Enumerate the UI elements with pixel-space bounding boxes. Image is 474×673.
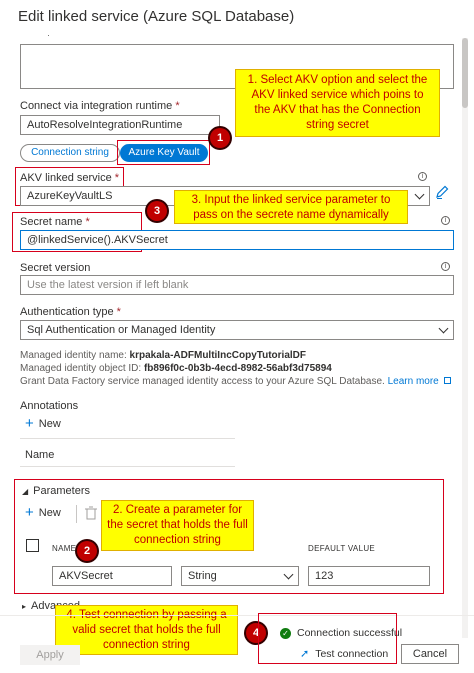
managed-identity-id-line: Managed identity object ID: fb896f0c-0b3… <box>20 363 332 374</box>
managed-identity-name-line: Managed identity name: krpakala-ADFMulti… <box>20 350 306 361</box>
param-type-value: String <box>188 570 217 582</box>
test-connection-button[interactable]: ➚ Test connection <box>300 647 388 660</box>
managed-identity-id-label: Managed identity object ID: <box>20 363 144 374</box>
delete-icon[interactable] <box>85 506 97 520</box>
annotations-heading: Annotations <box>20 400 79 412</box>
apply-button[interactable]: Apply <box>20 645 80 665</box>
secret-version-input[interactable]: Use the latest version if left blank <box>20 275 454 295</box>
annotations-divider-2 <box>20 466 235 467</box>
callout-3: 3. Input the linked service parameter to… <box>174 190 408 224</box>
description-label-fragment: · <box>47 30 50 40</box>
runtime-select[interactable]: AutoResolveIntegrationRuntime <box>20 115 220 135</box>
connection-string-label: Connection string <box>31 147 109 158</box>
scrollbar[interactable] <box>462 38 468 638</box>
runtime-value: AutoResolveIntegrationRuntime <box>27 119 183 131</box>
plus-icon: + <box>25 415 34 432</box>
managed-identity-grant-text: Grant Data Factory service managed ident… <box>20 376 385 387</box>
akv-required-mark: * <box>114 172 120 184</box>
annotations-new-label: New <box>38 418 61 430</box>
azure-key-vault-option[interactable]: Azure Key Vault <box>120 144 208 162</box>
badge-3: 3 <box>147 201 167 221</box>
auth-type-value: Sql Authentication or Managed Identity <box>27 324 216 336</box>
callout-2: 2. Create a parameter for the secret tha… <box>101 500 254 551</box>
runtime-label-text: Connect via integration runtime <box>20 100 173 112</box>
akv-label: AKV linked service * <box>20 172 119 184</box>
caret-right-icon: ▸ <box>22 601 27 611</box>
plus-icon: + <box>25 504 34 521</box>
secret-version-label: Secret version <box>20 262 91 274</box>
param-default-input[interactable]: 123 <box>308 566 430 586</box>
akv-value: AzureKeyVaultLS <box>27 190 113 202</box>
secret-name-info-icon[interactable]: i <box>441 216 450 225</box>
param-col-default: DEFAULT VALUE <box>308 544 376 553</box>
managed-identity-name-label: Managed identity name: <box>20 350 130 361</box>
secret-version-info-icon[interactable]: i <box>441 262 450 271</box>
connection-string-option[interactable]: Connection string <box>20 144 120 162</box>
secret-name-required-mark: * <box>85 216 90 228</box>
auth-type-label-text: Authentication type <box>20 306 114 318</box>
azure-key-vault-label: Azure Key Vault <box>128 147 200 158</box>
apply-label: Apply <box>36 649 64 661</box>
connection-status: ✓ Connection successful <box>280 627 402 639</box>
badge-2: 2 <box>77 541 97 561</box>
auth-type-select[interactable]: Sql Authentication or Managed Identity <box>20 320 454 340</box>
edit-pencil-icon[interactable] <box>434 184 450 200</box>
secret-name-label-text: Secret name <box>20 216 83 228</box>
akv-chevron-down-icon <box>414 189 425 200</box>
parameters-heading: Parameters <box>33 485 91 497</box>
learn-more-link[interactable]: Learn more <box>388 376 439 387</box>
parameters-new-label: New <box>38 507 61 519</box>
secret-name-value: @linkedService().AKVSecret <box>27 234 168 246</box>
secret-name-label: Secret name * <box>20 216 90 228</box>
plug-icon: ➚ <box>300 647 310 660</box>
divider-vertical <box>76 505 77 523</box>
external-link-icon <box>443 377 451 384</box>
footer-divider <box>0 615 474 616</box>
auth-type-required-mark: * <box>116 306 121 318</box>
runtime-label: Connect via integration runtime * <box>20 100 180 112</box>
managed-identity-id-value: fb896f0c-0b3b-4ecd-8982-56abf3d75894 <box>143 363 332 374</box>
select-all-checkbox[interactable] <box>26 539 39 552</box>
annotations-col-name: Name <box>25 449 55 461</box>
caret-down-icon: ◢ <box>22 486 29 496</box>
cancel-button[interactable]: Cancel <box>401 644 459 664</box>
callout-1: 1. Select AKV option and select the AKV … <box>235 69 440 137</box>
cancel-label: Cancel <box>412 648 448 660</box>
test-connection-label: Test connection <box>315 647 389 660</box>
param-type-chevron-down-icon <box>283 569 294 580</box>
akv-label-text: AKV linked service <box>20 172 112 184</box>
param-type-select[interactable]: String <box>181 566 299 586</box>
param-default-value: 123 <box>315 570 334 582</box>
parameters-header[interactable]: ◢ Parameters <box>22 485 90 497</box>
annotations-divider <box>20 438 235 439</box>
param-name-input[interactable]: AKVSecret <box>52 566 172 586</box>
annotations-new-button[interactable]: + New <box>25 415 61 432</box>
parameters-new-button[interactable]: + New <box>25 504 61 521</box>
scrollbar-thumb[interactable] <box>462 38 468 108</box>
akv-info-icon[interactable]: i <box>418 172 427 181</box>
callout-4: 4. Test connection by passing a valid se… <box>55 605 238 655</box>
secret-version-placeholder: Use the latest version if left blank <box>27 279 189 291</box>
connection-status-text: Connection successful <box>297 627 403 639</box>
dialog-title: Edit linked service (Azure SQL Database) <box>18 8 295 25</box>
auth-type-chevron-down-icon <box>438 323 449 334</box>
param-name-value: AKVSecret <box>59 570 113 582</box>
success-check-icon: ✓ <box>280 627 291 639</box>
runtime-required-mark: * <box>175 100 180 112</box>
secret-name-input[interactable]: @linkedService().AKVSecret <box>20 230 454 250</box>
auth-type-label: Authentication type * <box>20 306 121 318</box>
param-col-name: NAME <box>52 544 77 553</box>
managed-identity-grant-line: Grant Data Factory service managed ident… <box>20 376 451 387</box>
badge-1: 1 <box>210 128 230 148</box>
managed-identity-name-value: krpakala-ADFMultiIncCopyTutorialDF <box>129 350 307 361</box>
